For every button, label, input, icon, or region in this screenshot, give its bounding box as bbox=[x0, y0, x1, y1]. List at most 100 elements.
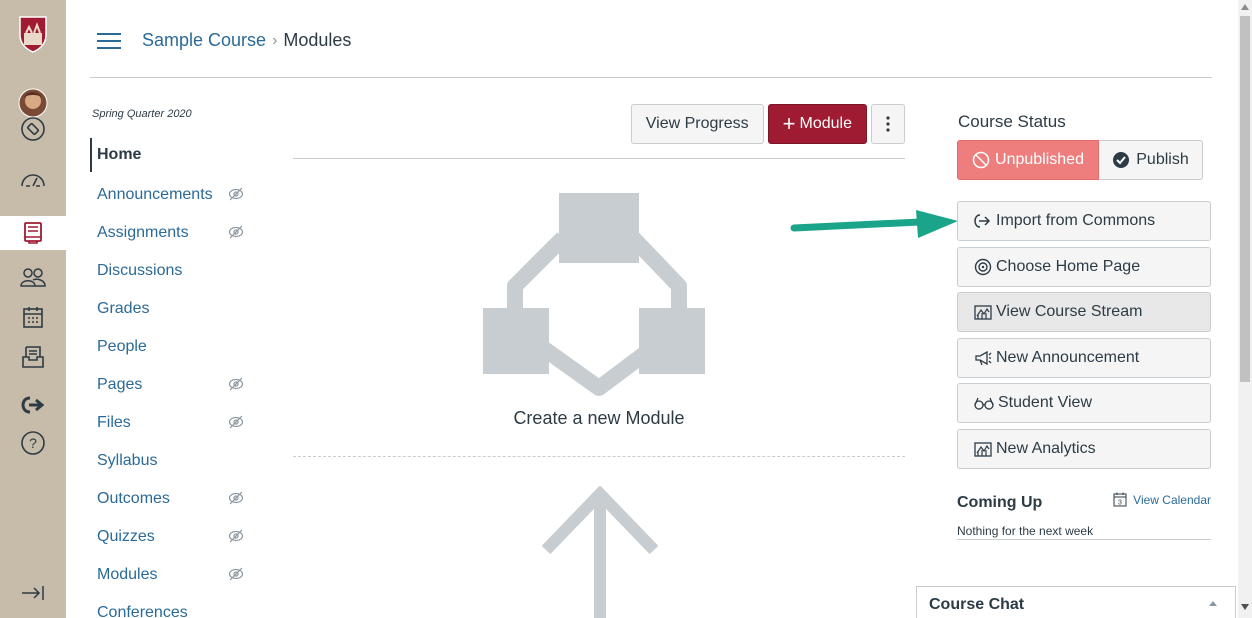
target-icon bbox=[974, 258, 992, 276]
coming-up-title: Coming Up bbox=[957, 494, 1043, 511]
global-nav: ? bbox=[0, 0, 66, 618]
view-progress-button[interactable]: View Progress bbox=[630, 104, 764, 144]
course-nav-label: Quizzes bbox=[97, 528, 155, 545]
course-nav-label: Announcements bbox=[97, 186, 213, 203]
toolbar-divider bbox=[293, 158, 905, 159]
modules-empty-graphic-icon bbox=[483, 193, 705, 396]
groups-icon bbox=[20, 268, 46, 287]
import-commons-label: Import from Commons bbox=[996, 212, 1156, 229]
course-nav-item-assignments[interactable]: Assignments bbox=[90, 214, 260, 252]
kebab-menu-icon bbox=[886, 116, 890, 132]
courses-book-icon bbox=[24, 222, 42, 244]
coming-up-empty: Nothing for the next week bbox=[957, 524, 1094, 538]
page-header: Sample Course › Modules bbox=[90, 22, 1212, 78]
scroll-up-icon[interactable] bbox=[1241, 4, 1249, 10]
course-nav-label: Grades bbox=[97, 300, 150, 317]
course-nav-label: Assignments bbox=[97, 224, 189, 241]
commons-icon bbox=[974, 214, 991, 228]
dashboard-nav[interactable] bbox=[0, 162, 66, 196]
page-scrollbar[interactable] bbox=[1238, 0, 1252, 618]
course-nav-label: Conferences bbox=[97, 604, 188, 618]
student-view-label: Student View bbox=[998, 394, 1092, 411]
help-nav[interactable]: ? bbox=[0, 426, 66, 460]
hidden-eye-icon bbox=[228, 225, 244, 239]
course-nav-item-announcements[interactable]: Announcements bbox=[90, 176, 260, 214]
course-chat-title: Course Chat bbox=[929, 596, 1025, 613]
new-analytics-label: New Analytics bbox=[996, 440, 1096, 457]
course-nav-label: Pages bbox=[97, 376, 143, 393]
collapse-nav[interactable] bbox=[0, 576, 66, 610]
view-course-stream-button[interactable]: View Course Stream bbox=[957, 292, 1211, 332]
new-announcement-button[interactable]: New Announcement bbox=[957, 338, 1211, 378]
course-nav-item-discussions[interactable]: Discussions bbox=[90, 252, 260, 290]
course-nav-label: People bbox=[97, 338, 147, 355]
import-commons-button[interactable]: Import from Commons bbox=[957, 201, 1211, 241]
hidden-eye-icon bbox=[228, 529, 244, 543]
courses-nav[interactable] bbox=[0, 216, 66, 250]
course-status-title: Course Status bbox=[958, 112, 1066, 131]
more-options-button[interactable] bbox=[871, 104, 905, 144]
course-nav-label: Modules bbox=[97, 566, 158, 583]
course-nav-item-people[interactable]: People bbox=[90, 328, 260, 366]
calendar-nav[interactable] bbox=[0, 300, 66, 334]
add-module-button[interactable]: + Module bbox=[767, 104, 867, 144]
hidden-eye-icon bbox=[228, 377, 244, 391]
school-logo[interactable] bbox=[0, 12, 66, 56]
choose-home-page-label: Choose Home Page bbox=[996, 258, 1141, 275]
course-nav-item-quizzes[interactable]: Quizzes bbox=[90, 518, 260, 556]
choose-home-page-button[interactable]: Choose Home Page bbox=[957, 247, 1211, 287]
new-announcement-label: New Announcement bbox=[996, 349, 1140, 366]
commons-nav[interactable] bbox=[0, 388, 66, 422]
course-menu-toggle[interactable] bbox=[96, 30, 122, 57]
new-analytics-button[interactable]: New Analytics bbox=[957, 429, 1211, 469]
hidden-eye-icon bbox=[228, 415, 244, 429]
course-nav-item-files[interactable]: Files bbox=[90, 404, 260, 442]
admin-nav[interactable] bbox=[0, 112, 66, 146]
unpublished-label: Unpublished bbox=[995, 151, 1084, 168]
scrollbar-thumb[interactable] bbox=[1240, 16, 1250, 382]
dashed-divider bbox=[293, 456, 905, 457]
course-nav-item-outcomes[interactable]: Outcomes bbox=[90, 480, 260, 518]
help-icon: ? bbox=[21, 431, 45, 455]
breadcrumb: Sample Course › Modules bbox=[142, 30, 351, 51]
unpublished-button[interactable]: Unpublished bbox=[957, 140, 1099, 180]
view-calendar-label: View Calendar bbox=[1133, 492, 1211, 507]
calendar-day-number: 3 bbox=[1118, 500, 1122, 507]
view-calendar-link[interactable]: 3 View Calendar bbox=[1113, 492, 1211, 507]
coming-up-section: Coming Up 3 View Calendar Nothing for th… bbox=[957, 490, 1211, 540]
analytics-icon bbox=[974, 442, 992, 457]
course-nav-item-grades[interactable]: Grades bbox=[90, 290, 260, 328]
annotation-arrow-icon bbox=[790, 210, 958, 238]
breadcrumb-course-link[interactable]: Sample Course bbox=[142, 30, 266, 51]
hidden-eye-icon bbox=[228, 187, 244, 201]
stream-icon bbox=[974, 305, 992, 320]
check-circle-icon bbox=[1113, 152, 1130, 168]
breadcrumb-current: Modules bbox=[283, 30, 352, 50]
student-view-button[interactable]: Student View bbox=[957, 383, 1211, 423]
course-nav-label: Syllabus bbox=[97, 452, 158, 469]
course-nav-label: Home bbox=[97, 146, 142, 163]
course-nav-item-home[interactable]: Home bbox=[90, 138, 260, 172]
breadcrumb-separator: › bbox=[272, 31, 278, 49]
calendar-icon bbox=[23, 307, 43, 328]
course-nav-item-pages[interactable]: Pages bbox=[90, 366, 260, 404]
hidden-eye-icon bbox=[228, 567, 244, 581]
add-module-plus: + bbox=[782, 111, 796, 136]
create-module-link[interactable]: Create a new Module bbox=[293, 408, 905, 429]
course-nav-item-modules[interactable]: Modules bbox=[90, 556, 260, 594]
groups-nav[interactable] bbox=[0, 260, 66, 294]
inbox-nav[interactable] bbox=[0, 340, 66, 374]
publish-button[interactable]: Publish bbox=[1099, 140, 1203, 180]
course-nav-item-conferences[interactable]: Conferences bbox=[90, 594, 260, 618]
hidden-eye-icon bbox=[228, 491, 244, 505]
modules-toolbar: View Progress + Module bbox=[630, 104, 905, 144]
add-module-label: Module bbox=[799, 115, 852, 132]
arrow-up-icon bbox=[541, 486, 659, 618]
course-chat-panel[interactable]: Course Chat bbox=[916, 586, 1236, 618]
course-nav-label: Files bbox=[97, 414, 131, 431]
scroll-down-icon[interactable] bbox=[1241, 604, 1249, 610]
shield-admin-icon bbox=[21, 117, 45, 141]
course-nav-item-syllabus[interactable]: Syllabus bbox=[90, 442, 260, 480]
course-nav-list: Home Announcements Assignments Discussions G… bbox=[90, 138, 260, 618]
course-nav-label: Discussions bbox=[97, 262, 183, 279]
